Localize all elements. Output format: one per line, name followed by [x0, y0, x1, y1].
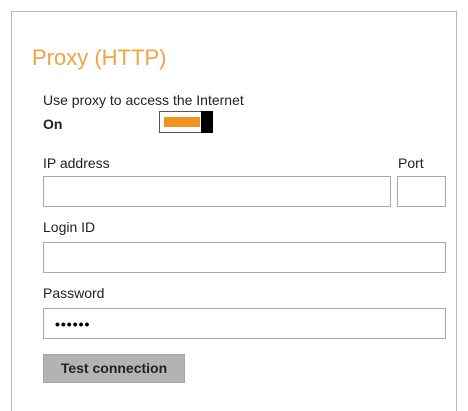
password-input[interactable]: •••••• — [43, 308, 446, 339]
proxy-state-label: On — [43, 116, 63, 132]
use-proxy-label: Use proxy to access the Internet — [43, 92, 244, 108]
section-title: Proxy (HTTP) — [32, 45, 167, 70]
password-masked-value: •••••• — [55, 316, 91, 332]
port-input[interactable] — [397, 176, 446, 207]
ip-address-label: IP address — [43, 155, 110, 171]
login-id-input[interactable] — [43, 242, 446, 273]
test-connection-button[interactable]: Test connection — [43, 354, 185, 383]
password-label: Password — [43, 285, 105, 301]
toggle-knob[interactable] — [201, 111, 213, 133]
port-label: Port — [398, 155, 424, 171]
toggle-track — [164, 117, 200, 127]
proxy-toggle-switch[interactable] — [159, 111, 213, 133]
login-id-label: Login ID — [43, 219, 96, 235]
ip-address-input[interactable] — [43, 176, 391, 207]
